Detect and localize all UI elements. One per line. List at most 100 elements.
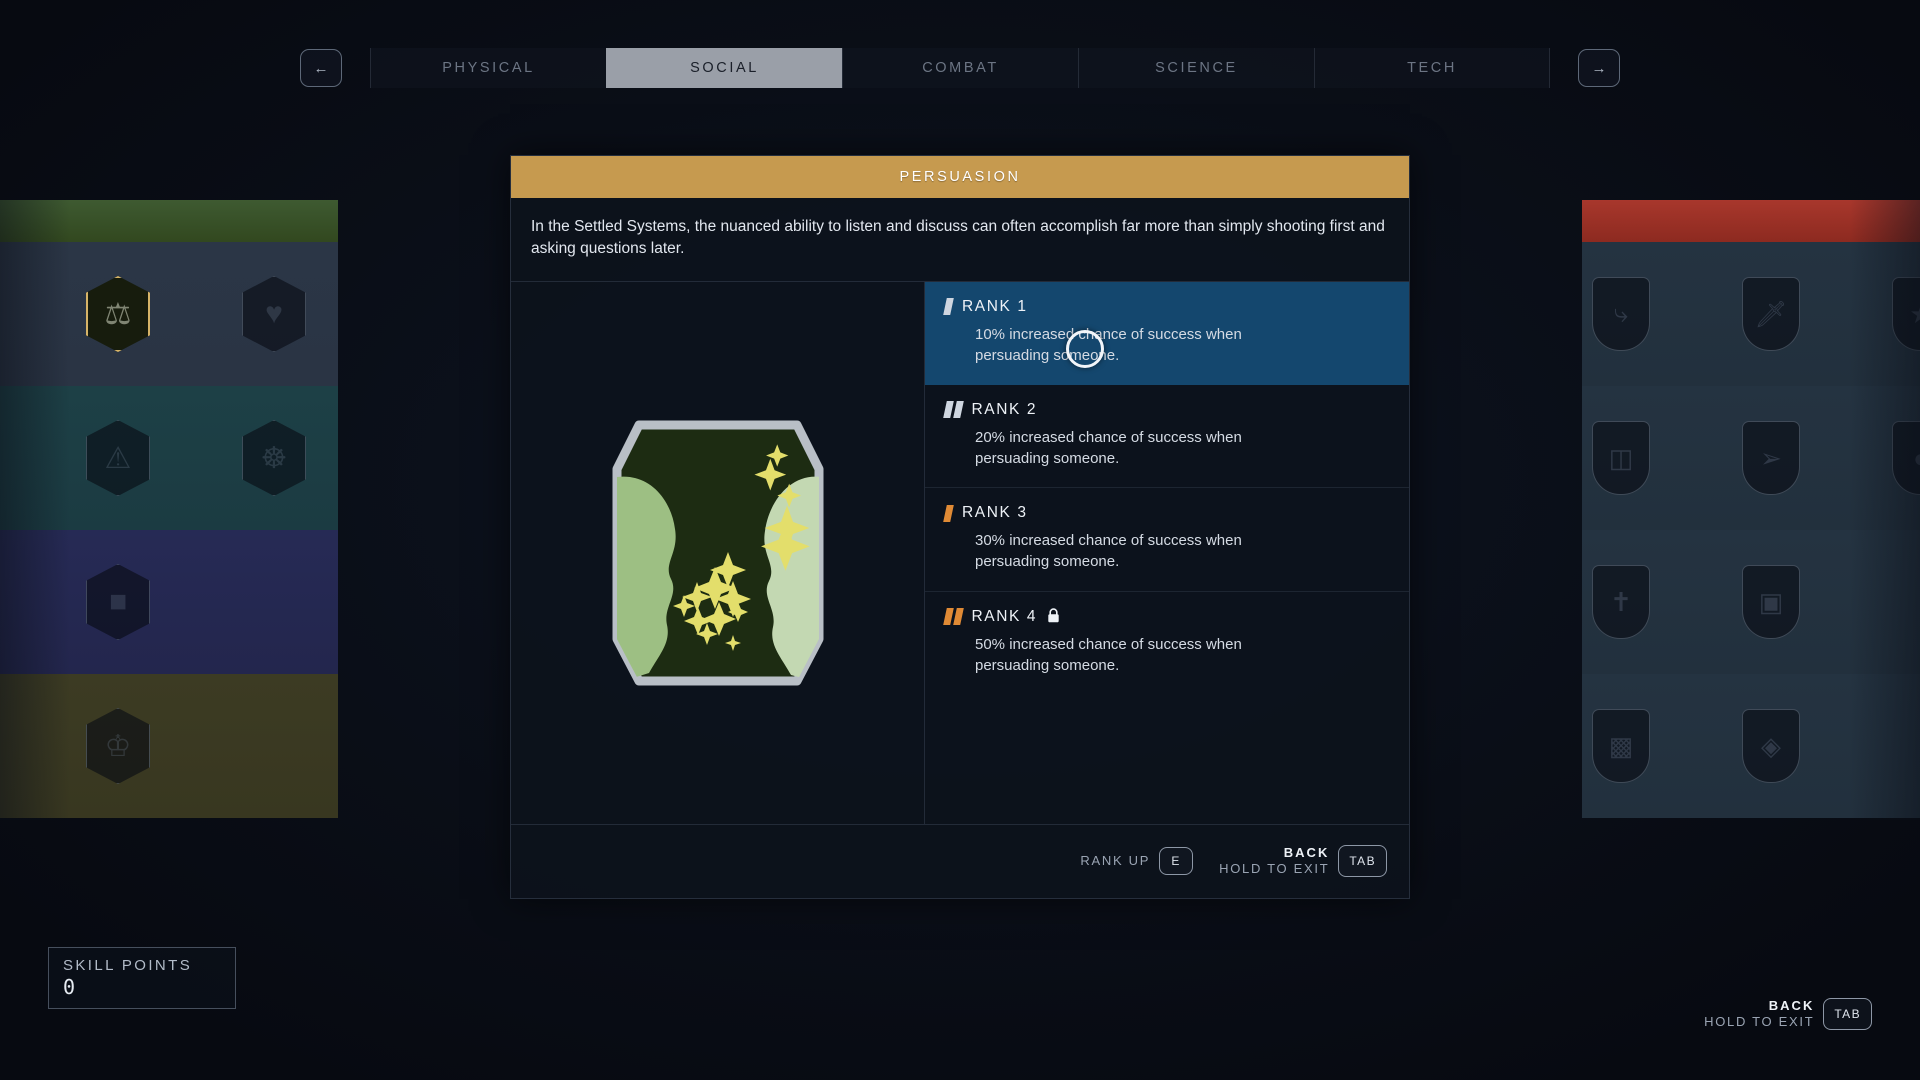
laser-icon[interactable]: ★ — [1892, 277, 1920, 351]
tab-science-label: SCIENCE — [1155, 60, 1238, 76]
tab-social-label: SOCIAL — [690, 60, 759, 76]
tab-combat[interactable]: COMBAT — [842, 48, 1078, 88]
rank-1-label: RANK 1 — [962, 297, 1028, 315]
skills-screen: ← PHYSICAL SOCIAL COMBAT SCIENCE TECH → — [0, 0, 1920, 1080]
back-label-group: BACK HOLD TO EXIT — [1219, 845, 1329, 878]
persuasion-patch — [609, 417, 827, 689]
tab-combat-label: COMBAT — [922, 60, 999, 76]
demolitions-icon[interactable]: ◈ — [1742, 709, 1800, 783]
pip — [943, 504, 954, 522]
left-tier-expert: ❄ ■ — [0, 530, 338, 674]
boxing-icon[interactable]: ♥ — [242, 276, 306, 352]
shotgun-icon[interactable]: ◫ — [1592, 421, 1650, 495]
grenade-icon[interactable]: ● — [1892, 421, 1920, 495]
rank-up-prompt[interactable]: RANK UP E — [1080, 847, 1194, 876]
fist-icon[interactable]: ■ — [86, 564, 150, 640]
pip — [943, 401, 954, 419]
skill-title-bar: PERSUASION — [511, 156, 1409, 198]
left-tier-advanced: ◆ ⚠ ☸ — [0, 386, 338, 530]
tab-tech-label: TECH — [1407, 60, 1457, 76]
rank-row-3[interactable]: RANK 3 30% increased chance of success w… — [925, 488, 1409, 592]
skill-detail-card: PERSUASION In the Settled Systems, the n… — [510, 155, 1410, 899]
right-tier-novice: ⤷ 🗡 ★ — [1582, 242, 1920, 386]
rank-1-description: 10% increased chance of success when per… — [975, 325, 1242, 365]
left-tier-novice: ▲ ⚖ ♥ — [0, 242, 338, 386]
rank-2-pips — [943, 401, 964, 419]
back-key[interactable]: TAB — [1338, 845, 1387, 878]
left-category-panel[interactable]: ICAL ▲ ⚖ ♥ ◆ ⚠ ☸ ❄ ■ ❋ ♔ — [0, 200, 338, 820]
left-tier-master: ❋ ♔ — [0, 674, 338, 818]
cellular-icon[interactable]: ☸ — [242, 420, 306, 496]
next-arrow-label: → — [1591, 59, 1607, 77]
global-back-label-group: BACK HOLD TO EXIT — [1704, 998, 1814, 1031]
tab-science[interactable]: SCIENCE — [1078, 48, 1314, 88]
right-tier-master: ▩ ◈ — [1582, 674, 1920, 818]
hold-to-exit-label: HOLD TO EXIT — [1219, 861, 1330, 877]
arrow-right-icon[interactable]: → — [1578, 49, 1620, 87]
rank-1-pips — [943, 298, 954, 316]
pip — [943, 608, 954, 626]
global-back-key[interactable]: TAB — [1823, 997, 1872, 1030]
prev-arrow-label: ← — [313, 59, 329, 77]
rank-4-pips — [943, 608, 964, 626]
persuasion-patch-svg — [612, 420, 823, 686]
right-tier-expert: ✝ ▣ — [1582, 530, 1920, 674]
rank-4-label: RANK 4 — [971, 607, 1038, 625]
rank-up-key[interactable]: E — [1159, 847, 1194, 876]
rank-3-pips — [943, 504, 954, 522]
global-back-prompt[interactable]: BACK HOLD TO EXIT TAB — [1704, 998, 1872, 1031]
page-title: PERSUASION — [899, 169, 1021, 185]
skill-card-body: RANK 1 10% increased chance of success w… — [511, 281, 1409, 824]
tab-physical[interactable]: PHYSICAL — [370, 48, 606, 88]
rank-2-label: RANK 2 — [971, 400, 1038, 418]
pip — [943, 298, 954, 316]
tab-physical-label: PHYSICAL — [442, 60, 535, 76]
armor-icon[interactable]: ▩ — [1592, 709, 1650, 783]
pistol-icon[interactable]: ⤷ — [1592, 277, 1650, 351]
hazard-icon[interactable]: ⚠ — [86, 420, 150, 496]
rank-3-description: 30% increased chance of success when per… — [975, 532, 1242, 571]
skill-points-label: SKILL POINTS — [63, 957, 193, 974]
rank-2-title: RANK 2 — [943, 400, 1387, 419]
rank-row-4[interactable]: RANK 4 50% increased chance of success w… — [925, 592, 1409, 695]
back-label: BACK — [1283, 845, 1330, 861]
selected-fitness-icon[interactable]: ⚖ — [86, 276, 150, 352]
rank-3-title: RANK 3 — [943, 504, 1387, 522]
rifle-icon[interactable]: ➢ — [1742, 421, 1800, 495]
knife-icon[interactable]: 🗡 — [1742, 277, 1800, 351]
rank-2-description: 20% increased chance of success when per… — [975, 428, 1242, 467]
right-tier-advanced: ◫ ➢ ● — [1582, 386, 1920, 530]
skill-art-pane — [511, 281, 925, 824]
rank-up-label: RANK UP — [1080, 853, 1151, 869]
left-panel-header: ICAL — [0, 200, 338, 242]
arrow-left-icon[interactable]: ← — [300, 49, 342, 87]
tab-tech[interactable]: TECH — [1314, 48, 1550, 88]
rank-row-1[interactable]: RANK 1 10% increased chance of success w… — [925, 281, 1409, 385]
global-hold-to-exit-label: HOLD TO EXIT — [1704, 1013, 1815, 1029]
rank-3-label: RANK 3 — [962, 504, 1028, 522]
right-category-panel[interactable]: COMB ⤷ 🗡 ★ ◫ ➢ ● ✝ ▣ ▩ ◈ — [1582, 200, 1920, 820]
rank-row-2[interactable]: RANK 2 20% increased chance of success w… — [925, 385, 1409, 489]
sniper-icon[interactable]: ✝ — [1592, 565, 1650, 639]
heavy-weapon-icon[interactable]: ▣ — [1742, 565, 1800, 639]
cursor-ring[interactable] — [1066, 329, 1104, 368]
global-back-label: BACK — [1768, 997, 1815, 1013]
right-panel-header: COMB — [1582, 200, 1920, 242]
skill-description: In the Settled Systems, the nuanced abil… — [511, 198, 1409, 282]
skill-points-value: 0 — [63, 975, 77, 999]
rank-4-title: RANK 4 — [943, 607, 1387, 626]
skill-points-panel: SKILL POINTS 0 — [48, 947, 236, 1009]
tab-list: PHYSICAL SOCIAL COMBAT SCIENCE TECH — [370, 48, 1550, 88]
pip — [952, 401, 964, 419]
lock-icon — [1047, 608, 1060, 626]
card-footer-prompts: RANK UP E BACK HOLD TO EXIT TAB — [511, 823, 1409, 898]
rank-list: RANK 1 10% increased chance of success w… — [925, 281, 1409, 824]
rank-1-title: RANK 1 — [943, 297, 1387, 316]
tab-social[interactable]: SOCIAL — [606, 48, 842, 88]
leaf-crest-icon[interactable]: ♔ — [86, 708, 150, 784]
back-prompt[interactable]: BACK HOLD TO EXIT TAB — [1219, 845, 1387, 878]
rank-4-description: 50% increased chance of success when per… — [975, 635, 1242, 675]
category-tabbar: ← PHYSICAL SOCIAL COMBAT SCIENCE TECH → — [0, 48, 1920, 88]
pip — [952, 608, 964, 626]
lock-icon-svg — [1048, 608, 1059, 623]
